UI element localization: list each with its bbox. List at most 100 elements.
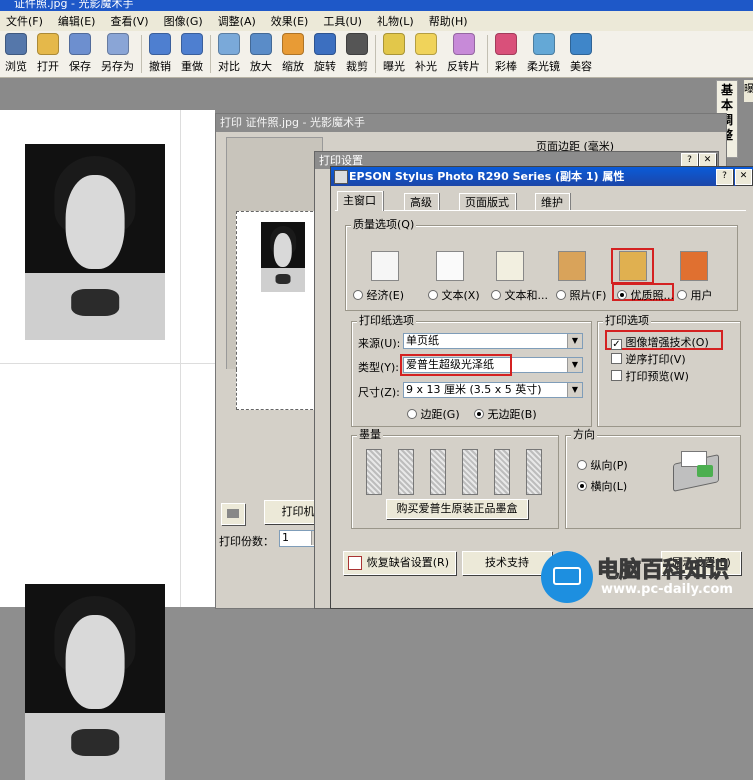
chevron-down-icon[interactable]: ▼ [567, 383, 582, 397]
source-value: 单页纸 [406, 334, 439, 347]
photo-page [0, 110, 215, 780]
ink-cartridge-icon [526, 449, 542, 495]
enhance-label: 图像增强技术(O) [625, 336, 709, 349]
toolbar-exposure-button[interactable]: 曝光 [378, 31, 410, 77]
toolbar-label: 裁剪 [346, 60, 368, 73]
fill-light-icon [415, 33, 437, 55]
tab-page-layout[interactable]: 页面版式 [459, 193, 516, 211]
menu-edit[interactable]: 编辑(E) [52, 13, 105, 29]
toolbar-label: 美容 [570, 60, 592, 73]
toolbar-label: 打开 [37, 60, 59, 73]
buy-ink-button[interactable]: 购买爱普生原装正品墨盒 [386, 499, 528, 519]
toolbar-compare-button[interactable]: 对比 [213, 31, 245, 77]
toolbar-separator [375, 35, 376, 73]
tab-maintenance-label: 维护 [541, 196, 563, 209]
quality-text-icon[interactable] [436, 251, 464, 281]
toolbar-save-as-button[interactable]: 另存为 [96, 31, 139, 77]
quality-custom-icon[interactable] [680, 251, 708, 281]
size-select[interactable]: 9 x 13 厘米 (3.5 x 5 英寸) ▼ [403, 382, 583, 398]
quality-option-best-photo[interactable]: 优质照... [617, 287, 674, 303]
tech-support-button[interactable]: 技术支持 [462, 551, 552, 575]
landscape-radio[interactable]: 横向(L) [577, 478, 627, 494]
option-label: 文本和... [504, 289, 549, 302]
quality-option-custom[interactable]: 用户 [677, 287, 713, 303]
toolbar-label: 重做 [181, 60, 203, 73]
restore-defaults-button[interactable]: 恢复缺省设置(R) [343, 551, 456, 575]
toolbar-label: 放大 [250, 60, 272, 73]
quality-option-text[interactable]: 文本(X) [428, 287, 480, 303]
menu-file[interactable]: 文件(F) [0, 13, 52, 29]
source-label: 来源(U): [358, 337, 401, 350]
beauty-icon [570, 33, 592, 55]
close-icon[interactable]: ✕ [735, 169, 752, 185]
crop-icon [346, 33, 368, 55]
toolbar-soft-light-button[interactable]: 柔光镜 [522, 31, 565, 77]
soft-light-icon [532, 33, 555, 55]
reversal-film-icon [452, 33, 475, 55]
ink-group-label: 墨量 [357, 428, 383, 441]
app-title-bar: 证件照.jpg - 光影魔术手 [0, 0, 753, 11]
image-enhance-checkbox[interactable]: ✓ 图像增强技术(O) [611, 334, 709, 350]
toolbar-color-wand-button[interactable]: 彩棒 [490, 31, 522, 77]
toolbar-fill-light-button[interactable]: 补光 [410, 31, 442, 77]
tab-maintenance[interactable]: 维护 [535, 193, 570, 211]
ink-cartridge-icon [494, 449, 510, 495]
printer-icon-button[interactable] [221, 503, 245, 525]
toolbar-zoom-in-button[interactable]: 放大 [245, 31, 277, 77]
toolbar-rotate-button[interactable]: 旋转 [309, 31, 341, 77]
border-radio[interactable]: 边距(G) [407, 406, 460, 422]
border-label: 边距(G) [420, 408, 460, 421]
source-select[interactable]: 单页纸 ▼ [403, 333, 583, 349]
quality-option-photo[interactable]: 照片(F) [556, 287, 606, 303]
portrait-label: 纵向(P) [590, 459, 628, 472]
tab-main[interactable]: 主窗口 [337, 191, 383, 211]
ink-cartridge-icon [462, 449, 478, 495]
menu-image[interactable]: 图像(G) [158, 13, 212, 29]
menu-gifts[interactable]: 礼物(L) [371, 13, 423, 29]
chevron-down-icon[interactable]: ▼ [567, 334, 582, 348]
menu-effects[interactable]: 效果(E) [265, 13, 318, 29]
quality-option-text-image[interactable]: 文本和... [491, 287, 548, 303]
chevron-down-icon[interactable]: ▼ [567, 358, 582, 372]
toolbar-label: 补光 [415, 60, 437, 73]
quality-photo-icon[interactable] [558, 251, 586, 281]
help-button[interactable]: ? [716, 169, 733, 185]
toolbar-label: 另存为 [101, 60, 134, 73]
type-label: 类型(Y): [358, 361, 400, 374]
toolbar-open-folder-button[interactable]: 打开 [32, 31, 64, 77]
menu-help[interactable]: 帮助(H) [423, 13, 477, 29]
toolbar-reversal-film-button[interactable]: 反转片 [442, 31, 485, 77]
preview-label: 打印预览(W) [625, 370, 689, 383]
borderless-radio[interactable]: 无边距(B) [474, 406, 537, 422]
reverse-order-checkbox[interactable]: 逆序打印(V) [611, 351, 686, 367]
toolbar-save-button[interactable]: 保存 [64, 31, 96, 77]
toolbar-resize-button[interactable]: 缩放 [277, 31, 309, 77]
toolbar-browse-button[interactable]: 浏览 [0, 31, 32, 77]
print-preview-checkbox[interactable]: 打印预览(W) [611, 368, 689, 384]
menu-adjust[interactable]: 调整(A) [212, 13, 265, 29]
toolbar-beauty-button[interactable]: 美容 [565, 31, 597, 77]
watermark: 电脑百科知识 www.pc-daily.com [541, 548, 753, 607]
quality-text-image-icon[interactable] [496, 251, 524, 281]
resize-icon [282, 33, 304, 55]
print-window-title: 打印 证件照.jpg - 光影魔术手 [216, 114, 726, 132]
portrait-radio[interactable]: 纵向(P) [577, 457, 628, 473]
toolbar-crop-button[interactable]: 裁剪 [341, 31, 373, 77]
toolbar-undo-button[interactable]: 撤销 [144, 31, 176, 77]
menu-view[interactable]: 查看(V) [104, 13, 157, 29]
toolbar-label: 撤销 [149, 60, 171, 73]
tab-advanced[interactable]: 高级 [404, 193, 439, 211]
toolbar-redo-button[interactable]: 重做 [176, 31, 208, 77]
quality-best-photo-icon[interactable] [619, 251, 647, 281]
menu-tools[interactable]: 工具(U) [317, 13, 371, 29]
right-strip-label: 曝 [744, 84, 753, 95]
quality-economy-icon[interactable] [371, 251, 399, 281]
brand-url: www.pc-daily.com [601, 582, 733, 597]
properties-title: EPSON Stylus Photo R290 Series (副本 1) 属性 [331, 167, 753, 186]
toolbar-separator [210, 35, 211, 73]
borderless-label: 无边距(B) [487, 408, 537, 421]
browse-icon [5, 33, 27, 55]
restore-label: 恢复缺省设置(R) [366, 556, 449, 569]
zoom-in-icon [250, 33, 272, 55]
quality-option-economy[interactable]: 经济(E) [353, 287, 404, 303]
